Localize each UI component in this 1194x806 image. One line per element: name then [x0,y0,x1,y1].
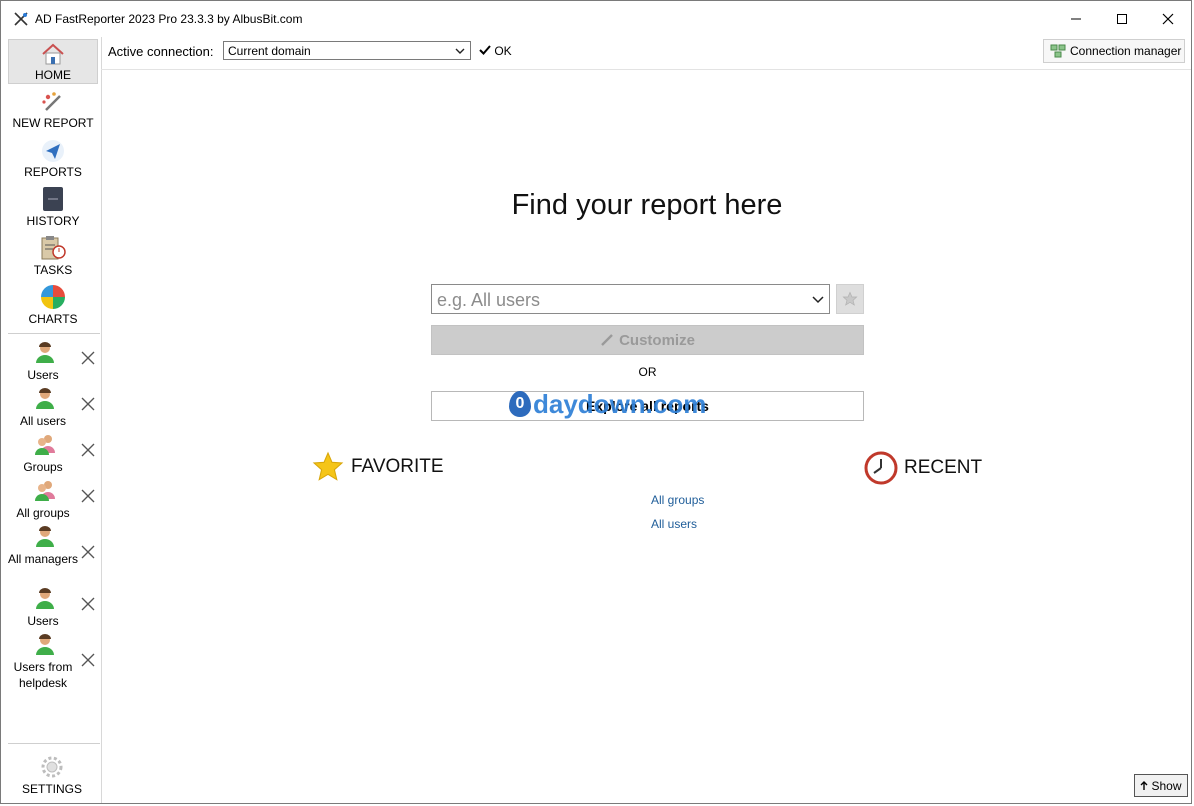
or-separator: OR [638,365,657,379]
connection-status-text: OK [494,44,512,58]
pencil-icon [601,334,613,346]
user-icon [36,588,54,609]
connection-manager-button[interactable]: Connection manager [1043,39,1185,63]
nav-new-report[interactable]: NEW REPORT [8,88,98,133]
sidebar: HOME NEW REPORT REPORTS HISTORY TASKS CH… [3,37,102,803]
arrow-up-icon [1140,780,1148,790]
pie-chart-icon [41,285,65,309]
group-icon [35,481,55,501]
close-icon [1162,13,1174,25]
nav-settings[interactable]: SETTINGS [3,755,101,796]
nav-new-report-label: NEW REPORT [12,116,94,130]
magic-wand-icon [42,92,61,111]
checkmark-icon [479,45,491,55]
window-controls [1053,1,1191,37]
nav-charts[interactable]: CHARTS [8,284,98,329]
chevron-down-icon[interactable] [811,291,825,307]
group-icon [35,435,55,455]
favorite-title-text: FAVORITE [351,456,444,477]
nav-tasks-label: TASKS [33,263,73,277]
report-tab-label: All users [19,414,66,428]
active-connection-label: Active connection: [108,44,214,59]
nav-charts-label: CHARTS [28,312,78,326]
connection-select[interactable]: Current domain [223,41,471,60]
user-icon [36,634,54,655]
report-search-input[interactable] [435,285,799,315]
user-icon [36,342,54,363]
recent-item-link[interactable]: All users [651,517,697,531]
watermark-text: daydown.com [533,388,707,419]
show-panel-button[interactable]: Show [1134,774,1188,797]
star-icon [842,291,858,306]
customize-label: Customize [619,331,695,349]
close-tab-icon[interactable] [81,545,95,559]
maximize-button[interactable] [1099,1,1145,37]
app-window: AD FastReporter 2023 Pro 23.3.3 by Albus… [0,0,1192,804]
nav-reports-label: REPORTS [24,165,82,179]
report-tab-label: Users from helpdesk [13,660,73,690]
window-title: AD FastReporter 2023 Pro 23.3.3 by Albus… [35,12,303,26]
watermark-drop-icon: 0 [509,391,531,417]
show-label: Show [1151,778,1182,793]
sidebar-bottom-divider [8,743,100,744]
favorite-section-title: FAVORITE [311,451,444,483]
nav-history[interactable]: HISTORY [8,186,98,231]
chevron-down-icon [455,48,465,54]
report-tab-label: Users [27,368,59,382]
page-heading: Find your report here [511,189,783,221]
connection-value: Current domain [228,44,311,58]
app-logo-icon [14,12,28,26]
home-icon [42,43,64,65]
report-tab-label: All managers [7,552,79,566]
report-search-combobox[interactable] [431,284,830,315]
add-favorite-button[interactable] [836,284,864,314]
recent-item-link[interactable]: All groups [651,493,704,507]
close-tab-icon[interactable] [81,351,95,365]
gear-icon [41,756,63,778]
nav-home[interactable]: HOME [8,39,98,84]
close-tab-icon[interactable] [81,489,95,503]
customize-button[interactable]: Customize [431,325,864,355]
report-tab-label: Groups [23,460,63,474]
connection-manager-label: Connection manager [1070,44,1182,58]
network-icon [1050,44,1066,58]
clipboard-clock-icon [41,236,66,260]
nav-history-label: HISTORY [26,214,80,228]
report-tab-label: Users [27,614,59,628]
nav-home-label: HOME [35,68,71,82]
connection-status: OK [479,44,512,58]
recent-section-title: RECENT [864,451,982,485]
nav-tasks[interactable]: TASKS [8,235,98,280]
close-window-button[interactable] [1145,1,1191,37]
clock-icon [864,451,898,485]
close-tab-icon[interactable] [81,597,95,611]
archive-box-icon [43,187,63,211]
user-icon [36,388,54,409]
close-tab-icon[interactable] [81,397,95,411]
minimize-button[interactable] [1053,1,1099,37]
recent-title-text: RECENT [904,457,983,478]
maximize-icon [1117,14,1127,24]
sidebar-divider [8,333,100,334]
report-tab-label: All groups [16,506,70,520]
minimize-icon [1071,18,1081,20]
close-tab-icon[interactable] [81,443,95,457]
title-bar: AD FastReporter 2023 Pro 23.3.3 by Albus… [1,1,1191,37]
star-icon [312,451,344,481]
close-tab-icon[interactable] [81,653,95,667]
user-icon [36,526,54,547]
watermark-logo: 0 daydown.com [509,389,706,419]
nav-reports[interactable]: REPORTS [8,137,98,182]
nav-settings-label: SETTINGS [21,782,82,796]
connection-bar: Active connection: Current domain OK Con… [101,37,1191,70]
paper-plane-icon [42,140,64,162]
